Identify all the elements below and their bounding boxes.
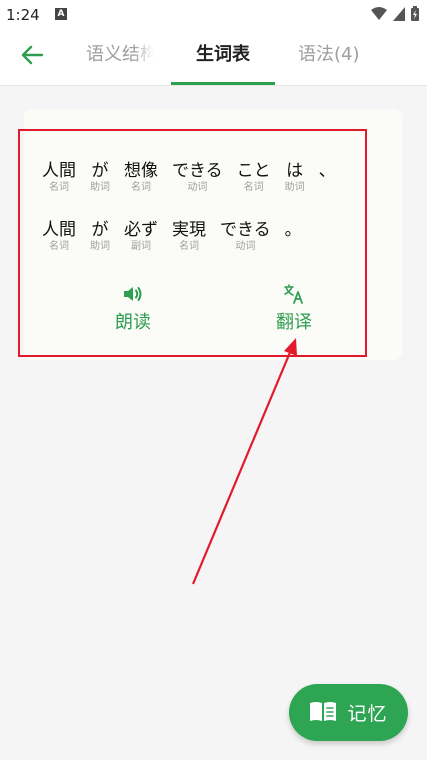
status-time: 1:24 (6, 6, 40, 24)
annotation-highlight-box (18, 129, 367, 357)
battery-icon (411, 5, 419, 25)
notification-app-icon: A (55, 8, 67, 20)
back-arrow-icon (21, 45, 44, 69)
header-divider (0, 85, 427, 86)
signal-icon (393, 6, 405, 25)
tab-vocabulary[interactable]: 生词表 (196, 40, 250, 70)
book-icon (309, 700, 337, 726)
memory-label: 记忆 (347, 703, 388, 725)
status-icons (371, 5, 419, 25)
tab-semantic-structure[interactable]: 语义结构 (86, 40, 154, 70)
wifi-icon (371, 6, 387, 25)
page: 1:24 A 语义结构 生词表 语法(4) 人間 名词 が 助词 想像 名词 で… (0, 0, 427, 760)
tab-grammar[interactable]: 语法(4) (298, 40, 360, 70)
memory-button[interactable]: 记忆 (289, 684, 408, 741)
back-button[interactable] (14, 42, 50, 72)
status-bar: 1:24 A (0, 0, 427, 30)
header: 语义结构 生词表 语法(4) (0, 30, 427, 86)
